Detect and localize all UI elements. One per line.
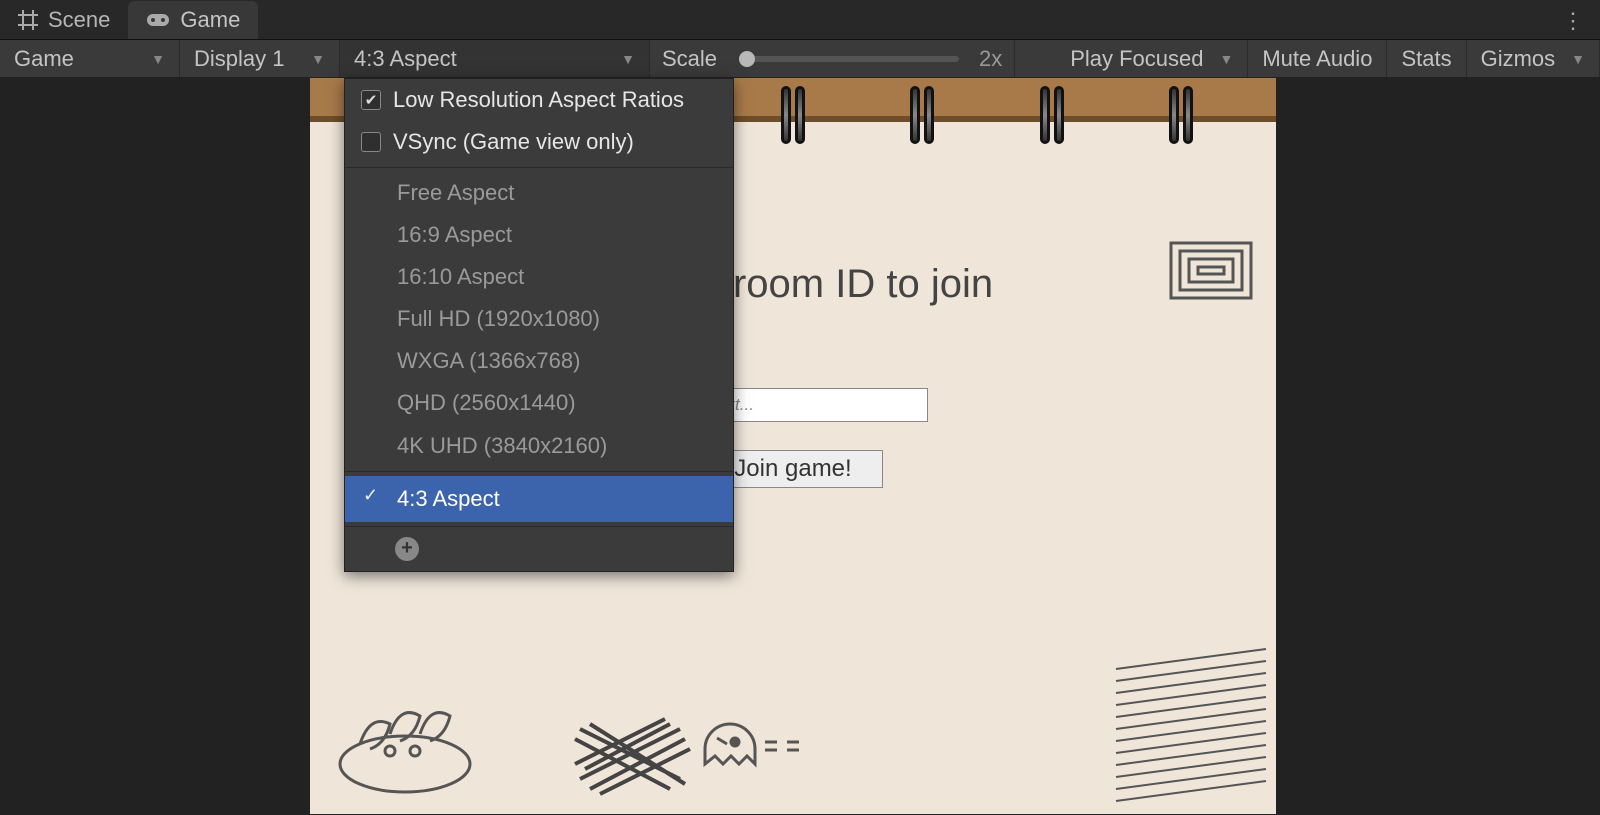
- doodle-hatching: [1106, 639, 1276, 814]
- doodle-scribble: [570, 709, 700, 804]
- game-viewport: Enter a room ID to join Enter text... Jo…: [0, 78, 1600, 815]
- game-view-toolbar: Game ▼ Display 1 ▼ 4:3 Aspect ▼ Scale 2x…: [0, 40, 1600, 78]
- aspect-option-wxga[interactable]: WXGA (1366x768): [345, 340, 733, 382]
- scale-slider[interactable]: [739, 56, 959, 62]
- tab-scene[interactable]: Scene: [0, 1, 128, 39]
- tab-scene-label: Scene: [48, 7, 110, 33]
- dropdown-separator: [345, 471, 733, 472]
- chevron-down-icon: ▼: [1220, 51, 1234, 67]
- stats-label: Stats: [1401, 46, 1451, 72]
- dropdown-separator: [345, 526, 733, 527]
- doodle-creature: [320, 689, 490, 804]
- doodle-ghost: [695, 714, 815, 789]
- aspect-option-16-10[interactable]: 16:10 Aspect: [345, 256, 733, 298]
- aspect-option-fullhd[interactable]: Full HD (1920x1080): [345, 298, 733, 340]
- gizmos-label: Gizmos: [1481, 46, 1556, 72]
- vsync-label: VSync (Game view only): [393, 129, 634, 155]
- vsync-toggle[interactable]: VSync (Game view only): [345, 121, 733, 163]
- scale-slider-thumb[interactable]: [739, 51, 755, 67]
- gizmos-selector[interactable]: Gizmos ▼: [1467, 40, 1600, 77]
- aspect-ratio-selector[interactable]: 4:3 Aspect ▼: [340, 40, 650, 77]
- tab-game[interactable]: Game: [128, 1, 258, 39]
- doodle-spiral-square: [1166, 238, 1256, 313]
- aspect-option-4kuhd[interactable]: 4K UHD (3840x2160): [345, 425, 733, 467]
- mute-audio-button[interactable]: Mute Audio: [1248, 40, 1387, 77]
- game-view-selector-label: Game: [14, 46, 74, 72]
- plus-circle-icon: +: [395, 537, 419, 561]
- chevron-down-icon: ▼: [621, 51, 635, 67]
- aspect-option-free[interactable]: Free Aspect: [345, 172, 733, 214]
- chevron-down-icon: ▼: [151, 51, 165, 67]
- display-selector[interactable]: Display 1 ▼: [180, 40, 340, 77]
- aspect-add-custom[interactable]: +: [345, 531, 733, 571]
- aspect-ratio-selector-label: 4:3 Aspect: [354, 46, 457, 72]
- chevron-down-icon: ▼: [1571, 51, 1585, 67]
- stats-button[interactable]: Stats: [1387, 40, 1466, 77]
- scale-control: Scale 2x: [650, 40, 1015, 77]
- join-game-button-label: Join game!: [734, 455, 851, 483]
- aspect-option-4-3[interactable]: 4:3 Aspect: [345, 476, 733, 522]
- grid-icon: [18, 10, 38, 30]
- gamepad-icon: [146, 12, 170, 28]
- scale-label: Scale: [662, 46, 717, 72]
- play-mode-label: Play Focused: [1070, 46, 1203, 72]
- aspect-ratio-dropdown: ✔ Low Resolution Aspect Ratios VSync (Ga…: [344, 78, 734, 572]
- game-view-selector[interactable]: Game ▼: [0, 40, 180, 77]
- checkbox-checked-icon: ✔: [361, 90, 381, 110]
- toolbar-spacer: [1015, 40, 1056, 77]
- mute-audio-label: Mute Audio: [1262, 46, 1372, 72]
- dropdown-separator: [345, 167, 733, 168]
- scale-value: 2x: [979, 46, 1002, 72]
- aspect-option-qhd[interactable]: QHD (2560x1440): [345, 382, 733, 424]
- low-res-aspect-label: Low Resolution Aspect Ratios: [393, 87, 684, 113]
- display-selector-label: Display 1: [194, 46, 284, 72]
- chevron-down-icon: ▼: [311, 51, 325, 67]
- editor-tab-row: Scene Game ⋮: [0, 0, 1600, 40]
- aspect-option-16-9[interactable]: 16:9 Aspect: [345, 214, 733, 256]
- play-mode-selector[interactable]: Play Focused ▼: [1056, 40, 1248, 77]
- tab-overflow-menu[interactable]: ⋮: [1554, 4, 1592, 38]
- checkbox-empty-icon: [361, 132, 381, 152]
- low-res-aspect-toggle[interactable]: ✔ Low Resolution Aspect Ratios: [345, 79, 733, 121]
- tab-game-label: Game: [180, 7, 240, 33]
